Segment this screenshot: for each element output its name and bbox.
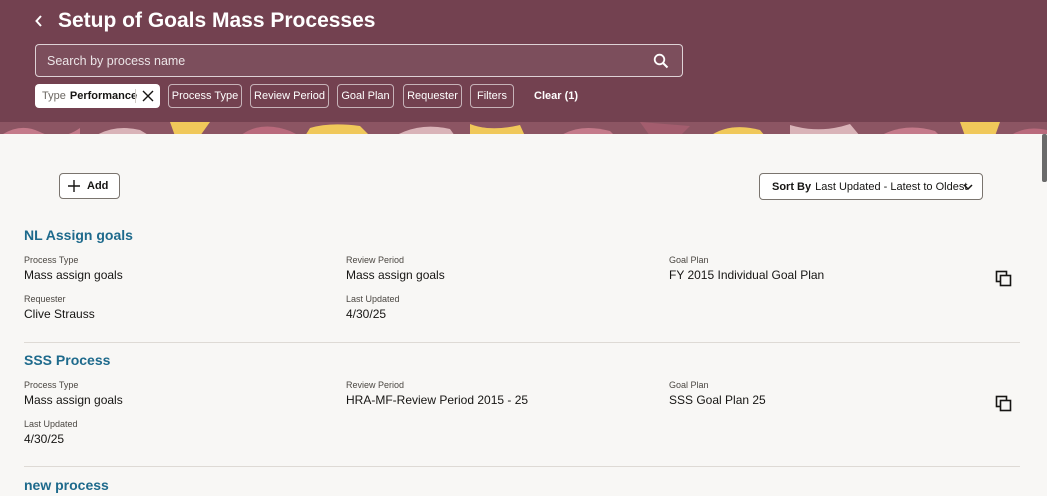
process-type-field: Process Type Mass assign goals bbox=[24, 380, 123, 407]
field-value: 4/30/25 bbox=[346, 307, 387, 321]
field-value: SSS Goal Plan 25 bbox=[669, 393, 766, 407]
sort-by-select[interactable]: Sort By Last Updated - Latest to Oldest bbox=[759, 173, 983, 200]
divider bbox=[24, 342, 1020, 343]
add-button[interactable]: Add bbox=[59, 173, 120, 199]
active-filter-chip-type[interactable]: Type Performance bbox=[35, 84, 160, 108]
field-label: Process Type bbox=[24, 255, 79, 265]
chip-separator bbox=[135, 89, 136, 103]
list-item: SSS Process Process Type Mass assign goa… bbox=[24, 352, 1020, 469]
last-updated-field: Last Updated 4/30/25 bbox=[24, 419, 78, 446]
chevron-left-icon bbox=[35, 15, 42, 27]
last-updated-field: Last Updated 4/30/25 bbox=[346, 294, 400, 321]
review-period-field: Review Period Mass assign goals bbox=[346, 255, 445, 282]
field-label: Review Period bbox=[346, 380, 405, 390]
back-button[interactable] bbox=[28, 10, 50, 32]
page-header: Setup of Goals Mass Processes Type Perfo… bbox=[0, 0, 1047, 134]
copy-icon[interactable] bbox=[995, 395, 1013, 413]
chevron-down-icon bbox=[963, 184, 973, 191]
field-label: Last Updated bbox=[346, 294, 400, 304]
plus-icon bbox=[68, 180, 80, 192]
filter-chip-review-period[interactable]: Review Period bbox=[250, 84, 329, 108]
field-label: Goal Plan bbox=[669, 380, 709, 390]
field-value: Clive Strauss bbox=[24, 307, 95, 321]
sort-by-value: Last Updated - Latest to Oldest bbox=[815, 180, 968, 193]
divider bbox=[24, 466, 1020, 467]
field-label: Goal Plan bbox=[669, 255, 709, 265]
field-value: FY 2015 Individual Goal Plan bbox=[669, 268, 825, 282]
copy-icon[interactable] bbox=[995, 270, 1013, 288]
process-name-link[interactable]: NL Assign goals bbox=[24, 227, 133, 243]
field-value: Mass assign goals bbox=[24, 268, 123, 282]
add-button-label: Add bbox=[87, 180, 109, 192]
filter-chip-filters[interactable]: Filters bbox=[470, 84, 514, 108]
field-value: 4/30/25 bbox=[24, 432, 65, 446]
search-input[interactable] bbox=[36, 45, 636, 76]
review-period-field: Review Period HRA-MF-Review Period 2015 … bbox=[346, 380, 528, 407]
field-label: Requester bbox=[24, 294, 66, 304]
field-label: Review Period bbox=[346, 255, 405, 265]
active-filter-value: Performance bbox=[69, 90, 138, 102]
goal-plan-field: Goal Plan SSS Goal Plan 25 bbox=[669, 380, 766, 407]
vertical-scrollbar[interactable] bbox=[1042, 134, 1047, 182]
process-type-field: Process Type Mass assign goals bbox=[24, 255, 123, 282]
field-label: Last Updated bbox=[24, 419, 78, 429]
remove-filter-icon[interactable] bbox=[141, 89, 155, 103]
header-decorative-pattern bbox=[0, 122, 1047, 134]
search-icon[interactable] bbox=[653, 53, 669, 69]
field-value: Mass assign goals bbox=[24, 393, 123, 407]
requester-field: Requester Clive Strauss bbox=[24, 294, 95, 321]
list-item: NL Assign goals Process Type Mass assign… bbox=[24, 227, 1020, 344]
filter-chip-process-type[interactable]: Process Type bbox=[168, 84, 242, 108]
clear-filters-link[interactable]: Clear (1) bbox=[534, 84, 578, 108]
field-value: HRA-MF-Review Period 2015 - 25 bbox=[346, 393, 529, 407]
search-box[interactable] bbox=[35, 44, 683, 77]
filter-chip-requester[interactable]: Requester bbox=[403, 84, 462, 108]
page-title: Setup of Goals Mass Processes bbox=[58, 9, 376, 32]
process-name-link[interactable]: SSS Process bbox=[24, 352, 110, 368]
field-label: Process Type bbox=[24, 380, 79, 390]
filter-chip-goal-plan[interactable]: Goal Plan bbox=[337, 84, 394, 108]
field-value: Mass assign goals bbox=[346, 268, 445, 282]
active-filter-label: Type bbox=[42, 90, 66, 102]
process-name-link[interactable]: new process bbox=[24, 477, 109, 493]
sort-by-label: Sort By bbox=[772, 180, 812, 193]
list-item: new process bbox=[24, 477, 1020, 496]
goal-plan-field: Goal Plan FY 2015 Individual Goal Plan bbox=[669, 255, 824, 282]
